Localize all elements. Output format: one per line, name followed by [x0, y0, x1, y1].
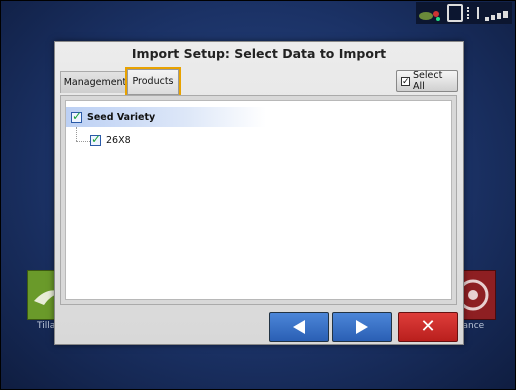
tab-products[interactable]: Products — [125, 67, 181, 97]
data-tree: ✓ Seed Variety ✓ 26X8 — [65, 100, 452, 300]
select-all-button[interactable]: ✓ Select All — [396, 70, 458, 92]
data-card-icon[interactable] — [446, 4, 463, 22]
hybrid-checkbox[interactable]: ✓ — [90, 132, 102, 146]
select-all-checkbox[interactable]: ✓ — [401, 76, 410, 87]
tree-connector — [76, 127, 77, 141]
seed-variety-checkbox[interactable]: ✓ — [71, 108, 83, 123]
dialog-title: Import Setup: Select Data to Import — [131, 46, 387, 61]
select-all-label: Select All — [412, 70, 443, 92]
tree-item-label: Seed Variety — [87, 111, 156, 123]
next-button[interactable] — [332, 312, 392, 342]
tillage-app-label: Tilla — [37, 321, 56, 331]
checkmark-icon: ✓ — [91, 132, 102, 146]
gps-receiver-icon[interactable] — [418, 7, 442, 21]
checkmark-icon: ✓ — [72, 108, 83, 123]
checkmark-icon: ✓ — [402, 76, 410, 87]
tree-connector — [76, 141, 90, 142]
tree-item-26x8[interactable]: ✓ 26X8 — [90, 132, 131, 146]
tab-management[interactable]: Management — [60, 71, 130, 93]
arrow-right-icon — [356, 320, 368, 334]
cancel-button[interactable]: ✕ — [398, 312, 458, 342]
satellite-signal-icon[interactable] — [484, 7, 510, 21]
list-icon[interactable] — [467, 7, 480, 19]
import-setup-dialog: Import Setup: Select Data to Import Mana… — [54, 41, 464, 345]
tree-item-label: 26X8 — [106, 135, 131, 146]
close-icon: ✕ — [420, 316, 436, 337]
status-bar — [416, 2, 512, 24]
previous-button[interactable] — [269, 312, 329, 342]
tree-item-seed-variety[interactable]: ✓ Seed Variety — [66, 107, 266, 127]
products-panel: ✓ Seed Variety ✓ 26X8 — [60, 95, 457, 305]
arrow-left-icon — [293, 320, 305, 334]
